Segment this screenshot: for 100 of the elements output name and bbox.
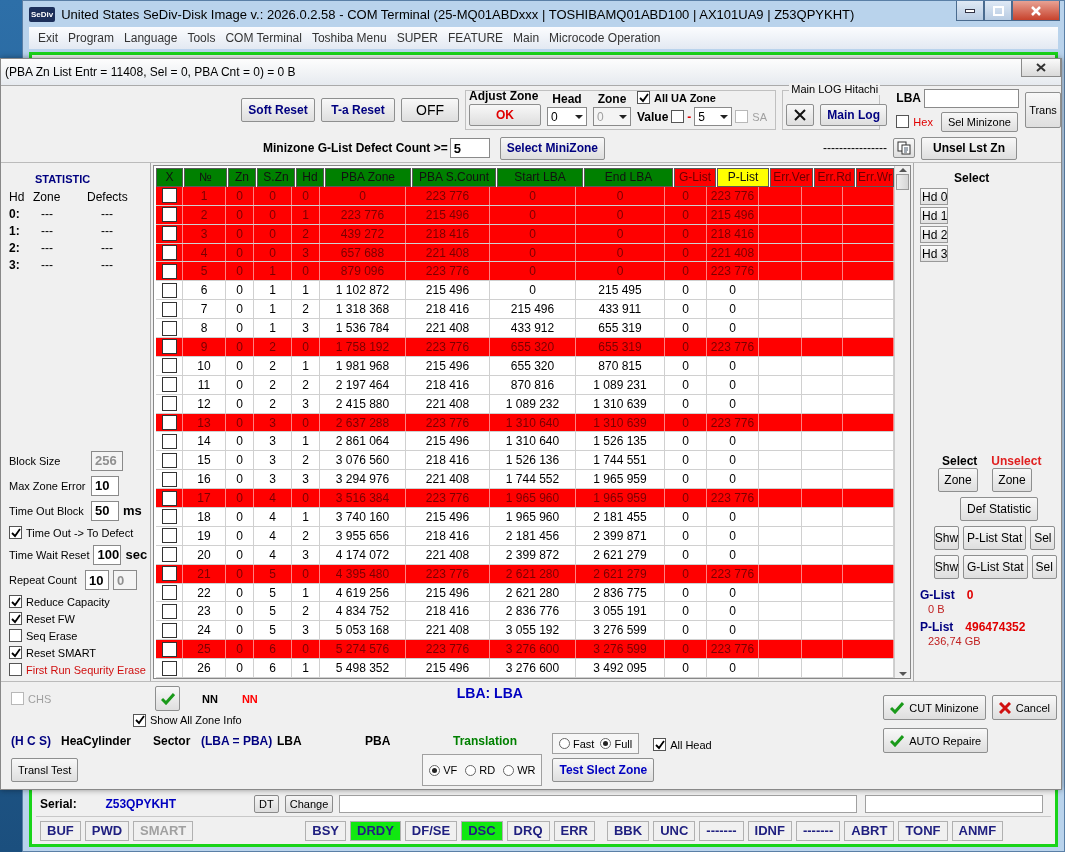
- checkbox[interactable]: [161, 226, 177, 242]
- checkbox[interactable]: [161, 188, 177, 204]
- change-button[interactable]: Change: [284, 794, 334, 813]
- checkbox[interactable]: [161, 585, 177, 601]
- column-header[interactable]: PBA S.Count: [412, 168, 496, 187]
- column-header[interactable]: End LBA: [584, 168, 673, 187]
- checkbox[interactable]: [161, 207, 177, 223]
- close-button[interactable]: [786, 104, 815, 126]
- checkbox[interactable]: [161, 301, 177, 317]
- checkbox[interactable]: [161, 358, 177, 374]
- cut-minizone-button[interactable]: CUT Minizone: [883, 695, 986, 720]
- value-dropdown[interactable]: 5: [694, 107, 733, 126]
- table-row[interactable]: 26 0 6 1 5 498 352 215 496 3 276 600 3 492 095 0 0: [156, 659, 894, 679]
- checkbox[interactable]: [653, 738, 667, 751]
- checkbox[interactable]: [161, 547, 177, 563]
- def-statistic-button[interactable]: Def Statistic: [960, 497, 1039, 521]
- zone-button[interactable]: Zone: [938, 468, 978, 492]
- unsel-button[interactable]: Unsel Lst Zn: [921, 136, 1017, 160]
- sel-button[interactable]: Sel: [1030, 526, 1056, 550]
- menu-item[interactable]: Program: [63, 31, 120, 45]
- toolbar-button[interactable]: OFF: [401, 98, 459, 122]
- column-header[interactable]: №: [184, 168, 227, 187]
- menu-item[interactable]: Tools: [182, 31, 221, 45]
- checkbox[interactable]: [161, 452, 177, 468]
- checkbox[interactable]: [161, 490, 177, 506]
- column-header[interactable]: PBA Zone: [325, 168, 411, 187]
- copy-button[interactable]: [893, 138, 915, 158]
- menu-item[interactable]: FEATURE: [442, 31, 509, 45]
- scroll-up-icon[interactable]: [898, 168, 907, 172]
- cancel-button[interactable]: Cancel: [991, 695, 1057, 720]
- table-row[interactable]: 24 0 5 3 5 053 168 221 408 3 055 192 3 276 599 0 0: [156, 621, 894, 641]
- column-header[interactable]: Start LBA: [497, 168, 583, 187]
- head-button[interactable]: Hd 1: [920, 207, 948, 224]
- count-field[interactable]: 5: [449, 138, 490, 158]
- input-field[interactable]: 50: [91, 500, 119, 521]
- checkbox[interactable]: [161, 566, 177, 582]
- table-row[interactable]: 23 0 5 2 4 834 752 218 416 2 836 776 3 055 191 0 0: [156, 602, 894, 622]
- toolbar-button[interactable]: T-a Reset: [321, 98, 395, 122]
- checkbox[interactable]: [161, 660, 177, 676]
- checkbox[interactable]: [161, 339, 177, 355]
- sel-minizone-button[interactable]: Sel Minizone: [940, 111, 1018, 132]
- radio-button[interactable]: [429, 764, 441, 776]
- dt-button[interactable]: DT: [254, 794, 279, 813]
- input-field[interactable]: [339, 794, 857, 813]
- input-field[interactable]: 10: [91, 475, 119, 496]
- show-button[interactable]: Shw: [934, 526, 959, 550]
- checkbox[interactable]: [161, 433, 177, 449]
- menu-item[interactable]: Language: [119, 31, 183, 45]
- menu-item[interactable]: Exit: [33, 31, 63, 45]
- checkbox[interactable]: [161, 509, 177, 525]
- zone-button[interactable]: Zone: [992, 468, 1032, 492]
- column-header[interactable]: S.Zn: [257, 168, 295, 187]
- checkbox[interactable]: [9, 595, 22, 608]
- transl-test-button[interactable]: Transl Test: [11, 758, 79, 782]
- menu-item[interactable]: Microcode Operation: [544, 31, 666, 45]
- checkbox[interactable]: [161, 641, 177, 657]
- column-header[interactable]: P-List: [717, 168, 769, 187]
- list-stat-button[interactable]: P-List Stat: [963, 526, 1027, 550]
- confirm-button[interactable]: [155, 686, 180, 711]
- scrollbar[interactable]: [894, 166, 910, 678]
- checkbox[interactable]: [133, 713, 146, 727]
- table-row[interactable]: 7 0 1 2 1 318 368 218 416 215 496 433 911 0 0: [156, 300, 894, 320]
- checkbox[interactable]: [161, 263, 177, 279]
- radio-button[interactable]: [600, 738, 612, 749]
- column-header[interactable]: Hd: [296, 168, 324, 187]
- close-button[interactable]: [1021, 59, 1061, 77]
- ok-button[interactable]: OK: [469, 104, 541, 126]
- radio-button[interactable]: [465, 764, 477, 776]
- checkbox[interactable]: [161, 396, 177, 412]
- maximize-button[interactable]: [984, 1, 1012, 21]
- checkbox[interactable]: [9, 663, 22, 676]
- checkbox[interactable]: [161, 471, 177, 487]
- head-button[interactable]: Hd 3: [920, 245, 948, 262]
- scroll-thumb[interactable]: [896, 174, 909, 190]
- menu-item[interactable]: Main: [508, 31, 545, 45]
- test-zone-button[interactable]: Test Slect Zone: [552, 758, 655, 782]
- toolbar-button[interactable]: Soft Reset: [241, 98, 315, 122]
- select-minizone-button[interactable]: Select MiniZone: [499, 136, 606, 160]
- input-field[interactable]: 10: [85, 570, 109, 590]
- radio-button[interactable]: [559, 738, 570, 749]
- checkbox[interactable]: [161, 528, 177, 544]
- main-log-button[interactable]: Main Log: [820, 104, 887, 126]
- minimize-button[interactable]: [956, 1, 984, 21]
- checkbox[interactable]: [161, 603, 177, 619]
- table-row[interactable]: 16 0 3 3 3 294 976 221 408 1 744 552 1 965 959 0 0: [156, 470, 894, 490]
- head-button[interactable]: Hd 0: [920, 188, 948, 205]
- lba-field[interactable]: [924, 88, 1019, 108]
- menu-item[interactable]: Toshiba Menu: [306, 31, 392, 45]
- checkbox[interactable]: [671, 110, 685, 123]
- checkbox[interactable]: [161, 622, 177, 638]
- scroll-down-icon[interactable]: [898, 672, 907, 676]
- checkbox[interactable]: [9, 646, 22, 659]
- checkbox[interactable]: [896, 115, 910, 128]
- show-button[interactable]: Shw: [934, 555, 959, 579]
- table-row[interactable]: 14 0 3 1 2 861 064 215 496 1 310 640 1 526 135 0 0: [156, 432, 894, 452]
- input-field[interactable]: [864, 794, 1043, 813]
- input-field[interactable]: 100: [93, 544, 122, 565]
- table-row[interactable]: 8 0 1 3 1 536 784 221 408 433 912 655 319 0 0: [156, 319, 894, 338]
- checkbox[interactable]: [637, 91, 650, 104]
- menu-item[interactable]: SUPER: [391, 31, 443, 45]
